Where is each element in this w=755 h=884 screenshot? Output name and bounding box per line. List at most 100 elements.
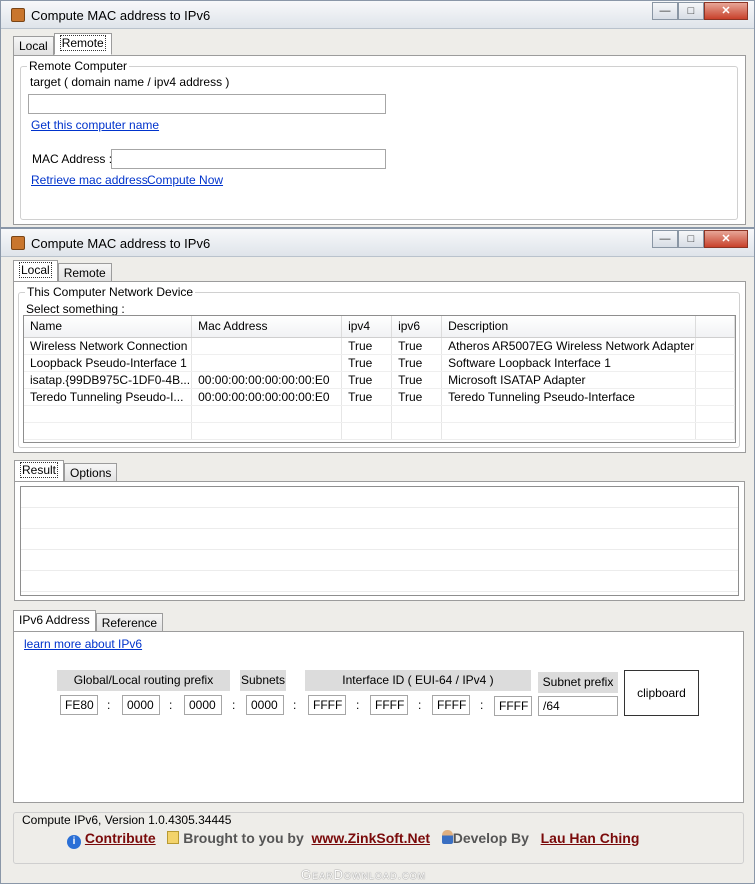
column-header-empty	[695, 316, 735, 338]
tab-options[interactable]: Options	[64, 463, 118, 482]
interface-field-4[interactable]: FFFF	[494, 696, 532, 716]
interface-id-header: Interface ID ( EUI-64 / IPv4 )	[305, 670, 531, 691]
table-row[interactable]: Teredo Tunneling Pseudo-I... 00:00:00:00…	[24, 388, 735, 406]
maximize-button[interactable]: □	[678, 2, 704, 20]
app-icon	[11, 236, 25, 250]
target-label: target ( domain name / ipv4 address )	[30, 75, 230, 89]
ipv6-tabstrip: IPv6 Address Reference	[13, 610, 164, 632]
folder-icon	[167, 831, 180, 844]
prefix-field-1[interactable]: FE80	[60, 695, 98, 715]
app-icon	[11, 8, 25, 22]
learn-ipv6-link[interactable]: learn more about IPv6	[24, 637, 142, 651]
user-icon	[441, 830, 453, 844]
cell-ipv6: True	[391, 388, 443, 406]
compute-now-link[interactable]: Compute Now	[147, 173, 223, 187]
cell-empty	[695, 337, 735, 355]
table-row[interactable]: Wireless Network Connection True True At…	[24, 337, 735, 355]
cell-empty	[441, 405, 697, 423]
minimize-button[interactable]: —	[652, 230, 678, 248]
cell-empty	[695, 371, 735, 389]
window-controls: — □ ✕	[652, 230, 748, 248]
device-listview[interactable]: Name Mac Address ipv4 ipv6 Description W…	[23, 315, 736, 443]
tab-ipv6-address[interactable]: IPv6 Address	[13, 610, 96, 632]
tab-local[interactable]: Local	[13, 260, 58, 282]
cell-mac: 00:00:00:00:00:00:00:E0	[191, 371, 343, 389]
subnet-prefix-header: Subnet prefix	[538, 672, 618, 693]
cell-name: isatap.{99DB975C-1DF0-4B...	[24, 371, 193, 389]
cell-empty	[341, 405, 393, 423]
mac-address-label: MAC Address :	[32, 152, 113, 166]
cell-ipv6: True	[391, 337, 443, 355]
separator-colon: :	[418, 698, 422, 712]
table-row[interactable]: isatap.{99DB975C-1DF0-4B... 00:00:00:00:…	[24, 371, 735, 389]
routing-prefix-header: Global/Local routing prefix	[57, 670, 230, 691]
cell-description: Microsoft ISATAP Adapter	[441, 371, 697, 389]
cell-empty	[695, 388, 735, 406]
cell-empty	[695, 405, 735, 423]
tab-local[interactable]: Local	[13, 36, 54, 55]
close-button[interactable]: ✕	[704, 230, 748, 248]
remote-computer-group: Remote Computer	[20, 59, 738, 220]
cell-name: Wireless Network Connection	[24, 337, 193, 355]
column-header-description[interactable]: Description	[441, 316, 697, 338]
develop-by-label: Develop By	[452, 830, 529, 846]
get-computer-name-link[interactable]: Get this computer name	[31, 118, 159, 132]
close-button[interactable]: ✕	[704, 2, 748, 20]
interface-field-3[interactable]: FFFF	[432, 695, 470, 715]
tab-local-label: Local	[19, 262, 52, 278]
column-header-ipv6[interactable]: ipv6	[391, 316, 443, 338]
table-header-row: Name Mac Address ipv4 ipv6 Description	[24, 316, 735, 338]
separator-colon: :	[169, 698, 173, 712]
cell-empty	[391, 405, 443, 423]
subnet-prefix-field[interactable]: /64	[538, 696, 618, 716]
column-header-ipv4[interactable]: ipv4	[341, 316, 393, 338]
cell-empty	[191, 422, 343, 440]
tab-remote[interactable]: Remote	[57, 263, 112, 282]
local-tab-panel: This Computer Network Device Select some…	[13, 281, 746, 453]
maximize-button[interactable]: □	[678, 230, 704, 248]
tab-remote[interactable]: Remote	[53, 33, 112, 55]
prefix-field-2[interactable]: 0000	[122, 695, 160, 715]
separator-colon: :	[356, 698, 360, 712]
cell-ipv4: True	[341, 354, 393, 372]
zinksoft-link[interactable]: www.ZinkSoft.Net	[312, 830, 430, 846]
column-header-mac[interactable]: Mac Address	[191, 316, 343, 338]
mac-address-input[interactable]	[111, 149, 386, 169]
clipboard-button[interactable]: clipboard	[624, 670, 699, 716]
table-row	[24, 422, 735, 440]
prefix-field-3[interactable]: 0000	[184, 695, 222, 715]
cell-description: Teredo Tunneling Pseudo-Interface	[441, 388, 697, 406]
tab-reference[interactable]: Reference	[95, 613, 164, 632]
cell-name: Teredo Tunneling Pseudo-I...	[24, 388, 193, 406]
target-input[interactable]	[28, 94, 386, 114]
main-tabstrip: Local Remote	[13, 260, 112, 282]
separator-colon: :	[232, 698, 236, 712]
cell-name: Loopback Pseudo-Interface 1	[24, 354, 193, 372]
separator-colon: :	[480, 698, 484, 712]
interface-field-2[interactable]: FFFF	[370, 695, 408, 715]
main-titlebar[interactable]: Compute MAC address to IPv6 — □ ✕	[1, 229, 754, 257]
cell-empty	[341, 422, 393, 440]
tab-result-label: Result	[20, 462, 59, 478]
result-tab-panel	[14, 481, 745, 601]
subnet-field[interactable]: 0000	[246, 695, 284, 715]
main-window: Compute MAC address to IPv6 — □ ✕ Local …	[0, 228, 755, 884]
contribute-link[interactable]: Contribute	[85, 830, 156, 846]
table-row[interactable]: Loopback Pseudo-Interface 1 True True So…	[24, 354, 735, 372]
remote-titlebar[interactable]: Compute MAC address to IPv6 — □ ✕	[1, 1, 754, 29]
cell-description: Software Loopback Interface 1	[441, 354, 697, 372]
retrieve-mac-link[interactable]: Retrieve mac address	[31, 173, 148, 187]
remote-window: Compute MAC address to IPv6 — □ ✕ Local …	[0, 0, 755, 228]
author-link[interactable]: Lau Han Ching	[541, 830, 640, 846]
cell-description: Atheros AR5007EG Wireless Network Adapte…	[441, 337, 697, 355]
result-listview[interactable]	[20, 486, 739, 596]
tab-result[interactable]: Result	[14, 460, 65, 482]
cell-ipv6: True	[391, 354, 443, 372]
tab-remote-label: Remote	[59, 35, 106, 51]
interface-field-1[interactable]: FFFF	[308, 695, 346, 715]
remote-tab-panel: Remote Computer target ( domain name / i…	[13, 55, 746, 225]
minimize-button[interactable]: —	[652, 2, 678, 20]
cell-mac	[191, 337, 343, 355]
column-header-name[interactable]: Name	[24, 316, 193, 338]
watermark: GearDownload.com	[301, 867, 427, 882]
